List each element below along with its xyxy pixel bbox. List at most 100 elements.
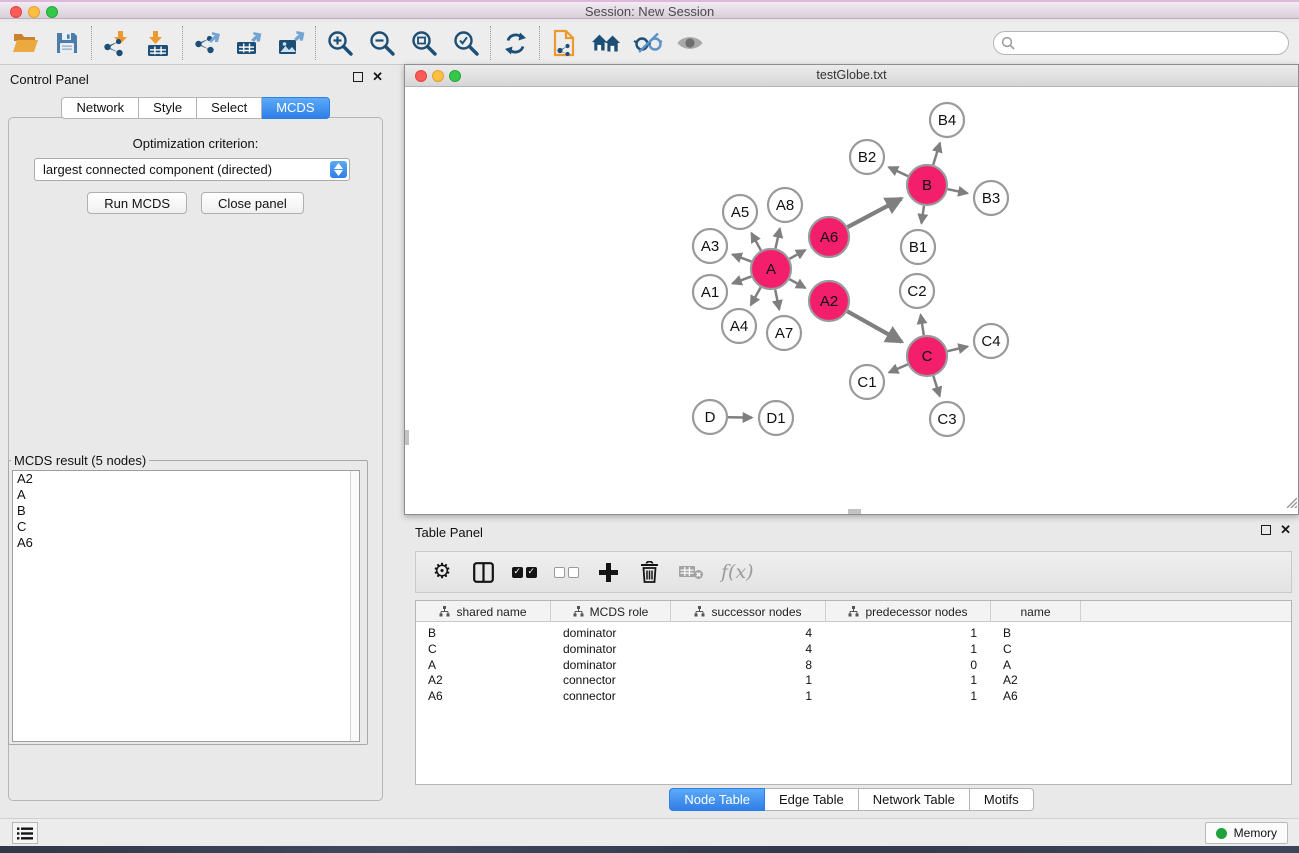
node-table[interactable]: shared nameMCDS rolesuccessor nodesprede…: [415, 600, 1292, 785]
export-network-icon[interactable]: [192, 28, 222, 58]
list-scrollbar[interactable]: [350, 471, 359, 741]
refresh-layout-icon[interactable]: [500, 28, 530, 58]
cell-predecessor-nodes[interactable]: 1: [826, 641, 991, 657]
cell-shared-name[interactable]: C: [416, 641, 551, 657]
save-session-icon[interactable]: [52, 28, 82, 58]
close-table-panel-icon[interactable]: ✕: [1280, 525, 1291, 535]
column-header-successor-nodes[interactable]: successor nodes: [671, 601, 826, 622]
tab-edge-table[interactable]: Edge Table: [765, 788, 859, 811]
cell-successor-nodes[interactable]: 8: [671, 657, 826, 673]
node-A3[interactable]: A3: [693, 229, 727, 263]
search-input[interactable]: [993, 31, 1289, 55]
node-B4[interactable]: B4: [930, 103, 964, 137]
edge-A-A7[interactable]: [775, 290, 779, 310]
float-table-panel-icon[interactable]: [1261, 525, 1271, 535]
node-A6[interactable]: A6: [809, 217, 849, 257]
optimization-criterion-dropdown[interactable]: largest connected component (directed): [34, 158, 350, 181]
select-all-icon[interactable]: [512, 559, 537, 585]
node-C4[interactable]: C4: [974, 324, 1008, 358]
mcds-result-item[interactable]: A: [13, 487, 359, 503]
zoom-out-icon[interactable]: [367, 28, 397, 58]
cell-shared-name[interactable]: A6: [416, 688, 551, 704]
cell-MCDS-role[interactable]: connector: [551, 688, 671, 704]
tab-select[interactable]: Select: [197, 97, 262, 119]
edge-A-A2[interactable]: [789, 279, 805, 288]
table-row-C[interactable]: Cdominator41C: [416, 641, 1291, 657]
cell-MCDS-role[interactable]: dominator: [551, 657, 671, 673]
cell-name[interactable]: A2: [991, 672, 1081, 688]
node-B3[interactable]: B3: [974, 181, 1008, 215]
node-A1[interactable]: A1: [693, 275, 727, 309]
edge-A-A8[interactable]: [775, 228, 779, 248]
cell-shared-name[interactable]: B: [416, 625, 551, 641]
cell-name[interactable]: A: [991, 657, 1081, 673]
network-window-titlebar[interactable]: testGlobe.txt: [405, 65, 1298, 87]
edge-A-A4[interactable]: [751, 287, 761, 305]
edge-C-C2[interactable]: [921, 315, 924, 336]
cell-MCDS-role[interactable]: connector: [551, 672, 671, 688]
cell-name[interactable]: C: [991, 641, 1081, 657]
import-table-icon[interactable]: [143, 28, 173, 58]
node-B2[interactable]: B2: [850, 140, 884, 174]
table-row-A[interactable]: Adominator80A: [416, 657, 1291, 673]
column-header-MCDS-role[interactable]: MCDS role: [551, 601, 671, 622]
column-header-shared-name[interactable]: shared name: [416, 601, 551, 622]
node-C2[interactable]: C2: [900, 274, 934, 308]
window-resize-grip[interactable]: [1283, 494, 1297, 513]
mcds-result-item[interactable]: B: [13, 503, 359, 519]
mcds-result-item[interactable]: A2: [13, 471, 359, 487]
show-columns-icon[interactable]: [471, 559, 495, 585]
mcds-result-item[interactable]: C: [13, 519, 359, 535]
node-C3[interactable]: C3: [930, 402, 964, 436]
network-graph-canvas[interactable]: B4B2BB3A8A5A6A3B1AA1C2A2A4A7C4CC1C3DD1: [405, 87, 1298, 514]
table-row-A6[interactable]: A6connector11A6: [416, 688, 1291, 704]
cell-predecessor-nodes[interactable]: 1: [826, 672, 991, 688]
cell-name[interactable]: B: [991, 625, 1081, 641]
node-C[interactable]: C: [907, 336, 947, 376]
hide-graphics-details-icon[interactable]: [633, 28, 663, 58]
deselect-all-icon[interactable]: [554, 559, 579, 585]
node-A2[interactable]: A2: [809, 281, 849, 321]
cell-MCDS-role[interactable]: dominator: [551, 625, 671, 641]
mcds-result-item[interactable]: A6: [13, 535, 359, 551]
column-header-name[interactable]: name: [991, 601, 1081, 622]
cell-predecessor-nodes[interactable]: 1: [826, 688, 991, 704]
cell-name[interactable]: A6: [991, 688, 1081, 704]
cell-predecessor-nodes[interactable]: 1: [826, 625, 991, 641]
table-row-B[interactable]: Bdominator41B: [416, 625, 1291, 641]
import-network-icon[interactable]: [101, 28, 131, 58]
cell-successor-nodes[interactable]: 1: [671, 672, 826, 688]
node-A7[interactable]: A7: [767, 316, 801, 350]
edge-A-A6[interactable]: [789, 250, 805, 259]
cell-successor-nodes[interactable]: 1: [671, 688, 826, 704]
edge-A-A1[interactable]: [732, 276, 751, 283]
tab-style[interactable]: Style: [139, 97, 197, 119]
zoom-selected-icon[interactable]: [451, 28, 481, 58]
edge-A2-C[interactable]: [847, 311, 901, 342]
edge-B-B4[interactable]: [933, 143, 940, 165]
node-A5[interactable]: A5: [723, 195, 757, 229]
zoom-in-icon[interactable]: [325, 28, 355, 58]
home-icon[interactable]: [591, 28, 621, 58]
task-history-button[interactable]: [12, 822, 38, 844]
node-A4[interactable]: A4: [722, 309, 756, 343]
column-header-predecessor-nodes[interactable]: predecessor nodes: [826, 601, 991, 622]
export-table-icon[interactable]: [234, 28, 264, 58]
close-panel-icon[interactable]: ✕: [372, 72, 383, 82]
edge-C-C3[interactable]: [933, 376, 939, 396]
show-graphics-details-eye-icon[interactable]: [675, 28, 705, 58]
edge-B-B2[interactable]: [889, 167, 908, 176]
edge-A-A3[interactable]: [732, 254, 751, 261]
close-panel-button[interactable]: Close panel: [201, 192, 304, 214]
add-column-icon[interactable]: [596, 559, 620, 585]
cell-MCDS-role[interactable]: dominator: [551, 641, 671, 657]
node-C1[interactable]: C1: [850, 365, 884, 399]
edge-A6-B[interactable]: [848, 199, 902, 228]
tab-node-table[interactable]: Node Table: [669, 788, 765, 811]
edge-C-C1[interactable]: [889, 364, 908, 372]
delete-columns-trash-icon[interactable]: [637, 559, 661, 585]
mcds-result-list[interactable]: A2ABCA6: [12, 470, 360, 742]
network-from-file-icon[interactable]: [549, 28, 579, 58]
zoom-fit-icon[interactable]: [409, 28, 439, 58]
edge-B-B1[interactable]: [921, 206, 924, 223]
